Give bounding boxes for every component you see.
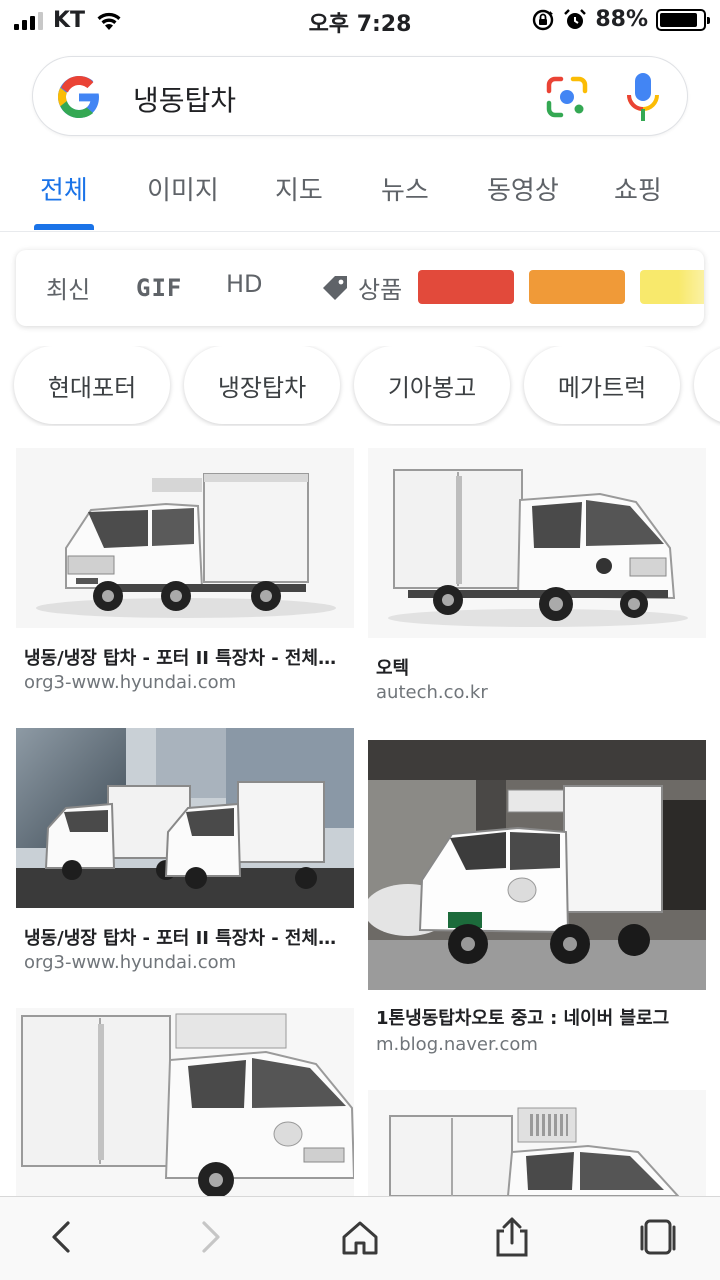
- battery-icon: [656, 8, 710, 31]
- result-source: org3-www.hyundai.com: [24, 672, 237, 693]
- tag-icon: [323, 276, 347, 300]
- filter-color-red[interactable]: [418, 270, 514, 304]
- rotation-lock-icon: [533, 9, 554, 30]
- image-result[interactable]: 1톤냉동탑차오토 중고 : 네이버 블로그 m.blog.naver.com: [368, 740, 706, 1060]
- result-source: org3-www.hyundai.com: [24, 952, 237, 973]
- active-tab-indicator: [34, 224, 94, 230]
- tab-images[interactable]: 이미지: [147, 170, 219, 207]
- result-source: m.blog.naver.com: [376, 1034, 538, 1055]
- status-bar: KT 오후 7:28 88%: [0, 0, 720, 40]
- status-right: 88%: [531, 7, 710, 32]
- related-searches: 현대포터 냉장탑차 기아봉고 메가트럭: [0, 346, 720, 426]
- result-title[interactable]: 냉동/냉장 탑차 - 포터 II 특장차 - 전체모...: [24, 644, 346, 670]
- result-source: autech.co.kr: [376, 682, 488, 703]
- google-g-logo: [58, 76, 99, 118]
- tab-maps[interactable]: 지도: [275, 170, 323, 207]
- filter-color-yellow[interactable]: [640, 270, 704, 304]
- tab-shopping[interactable]: 쇼핑: [614, 170, 662, 207]
- share-icon[interactable]: [490, 1215, 534, 1259]
- truck-thumbnail[interactable]: [368, 740, 706, 990]
- result-title[interactable]: 오텍: [376, 654, 698, 680]
- truck-thumbnail[interactable]: [368, 1090, 706, 1196]
- chip-related-search[interactable]: 냉장탑차: [184, 346, 340, 424]
- battery-percent: 88%: [595, 7, 648, 32]
- tab-news[interactable]: 뉴스: [381, 170, 429, 207]
- google-lens-icon[interactable]: [543, 73, 591, 121]
- search-tabs: 전체 이미지 지도 뉴스 동영상 쇼핑: [0, 150, 720, 232]
- image-result[interactable]: 냉동/냉장 탑차 - 포터 II 특장차 - 전체모... org3-www.h…: [16, 448, 354, 698]
- home-icon[interactable]: [338, 1215, 382, 1259]
- truck-thumbnail[interactable]: [16, 728, 354, 908]
- tab-videos[interactable]: 동영상: [487, 170, 559, 207]
- filter-color-orange[interactable]: [529, 270, 625, 304]
- alarm-icon: [564, 8, 587, 29]
- back-icon[interactable]: [40, 1215, 84, 1259]
- mic-icon[interactable]: [625, 71, 661, 123]
- forward-icon[interactable]: [188, 1215, 232, 1259]
- chip-related-search[interactable]: 기아봉고: [354, 346, 510, 424]
- image-filter-bar: 최신 GIF HD 상품: [16, 250, 704, 326]
- result-title[interactable]: 1톤냉동탑차오토 중고 : 네이버 블로그: [376, 1004, 698, 1030]
- browser-toolbar: [0, 1196, 720, 1280]
- result-title[interactable]: 냉동/냉장 탑차 - 포터 II 특장차 - 전체모...: [24, 924, 346, 950]
- filter-recent[interactable]: 최신: [46, 270, 90, 305]
- image-result[interactable]: [16, 1008, 354, 1196]
- filter-products[interactable]: 상품: [358, 270, 402, 305]
- truck-thumbnail[interactable]: [16, 448, 354, 628]
- filter-hd[interactable]: HD: [226, 270, 263, 298]
- chip-related-search[interactable]: 현대포터: [14, 346, 170, 424]
- image-result[interactable]: 오텍 autech.co.kr: [368, 448, 706, 708]
- tab-all[interactable]: 전체: [40, 170, 88, 207]
- image-result[interactable]: [368, 1090, 706, 1196]
- filter-gif[interactable]: GIF: [136, 274, 182, 302]
- truck-thumbnail[interactable]: [16, 1008, 354, 1196]
- image-result[interactable]: 냉동/냉장 탑차 - 포터 II 특장차 - 전체모... org3-www.h…: [16, 728, 354, 978]
- tabs-icon[interactable]: [636, 1215, 680, 1259]
- chip-related-search[interactable]: 메가트럭: [524, 346, 680, 424]
- search-bar[interactable]: 냉동탑차: [32, 56, 688, 136]
- truck-thumbnail[interactable]: [368, 448, 706, 638]
- chip-related-search-partial[interactable]: [694, 346, 720, 424]
- search-input[interactable]: 냉동탑차: [133, 79, 236, 119]
